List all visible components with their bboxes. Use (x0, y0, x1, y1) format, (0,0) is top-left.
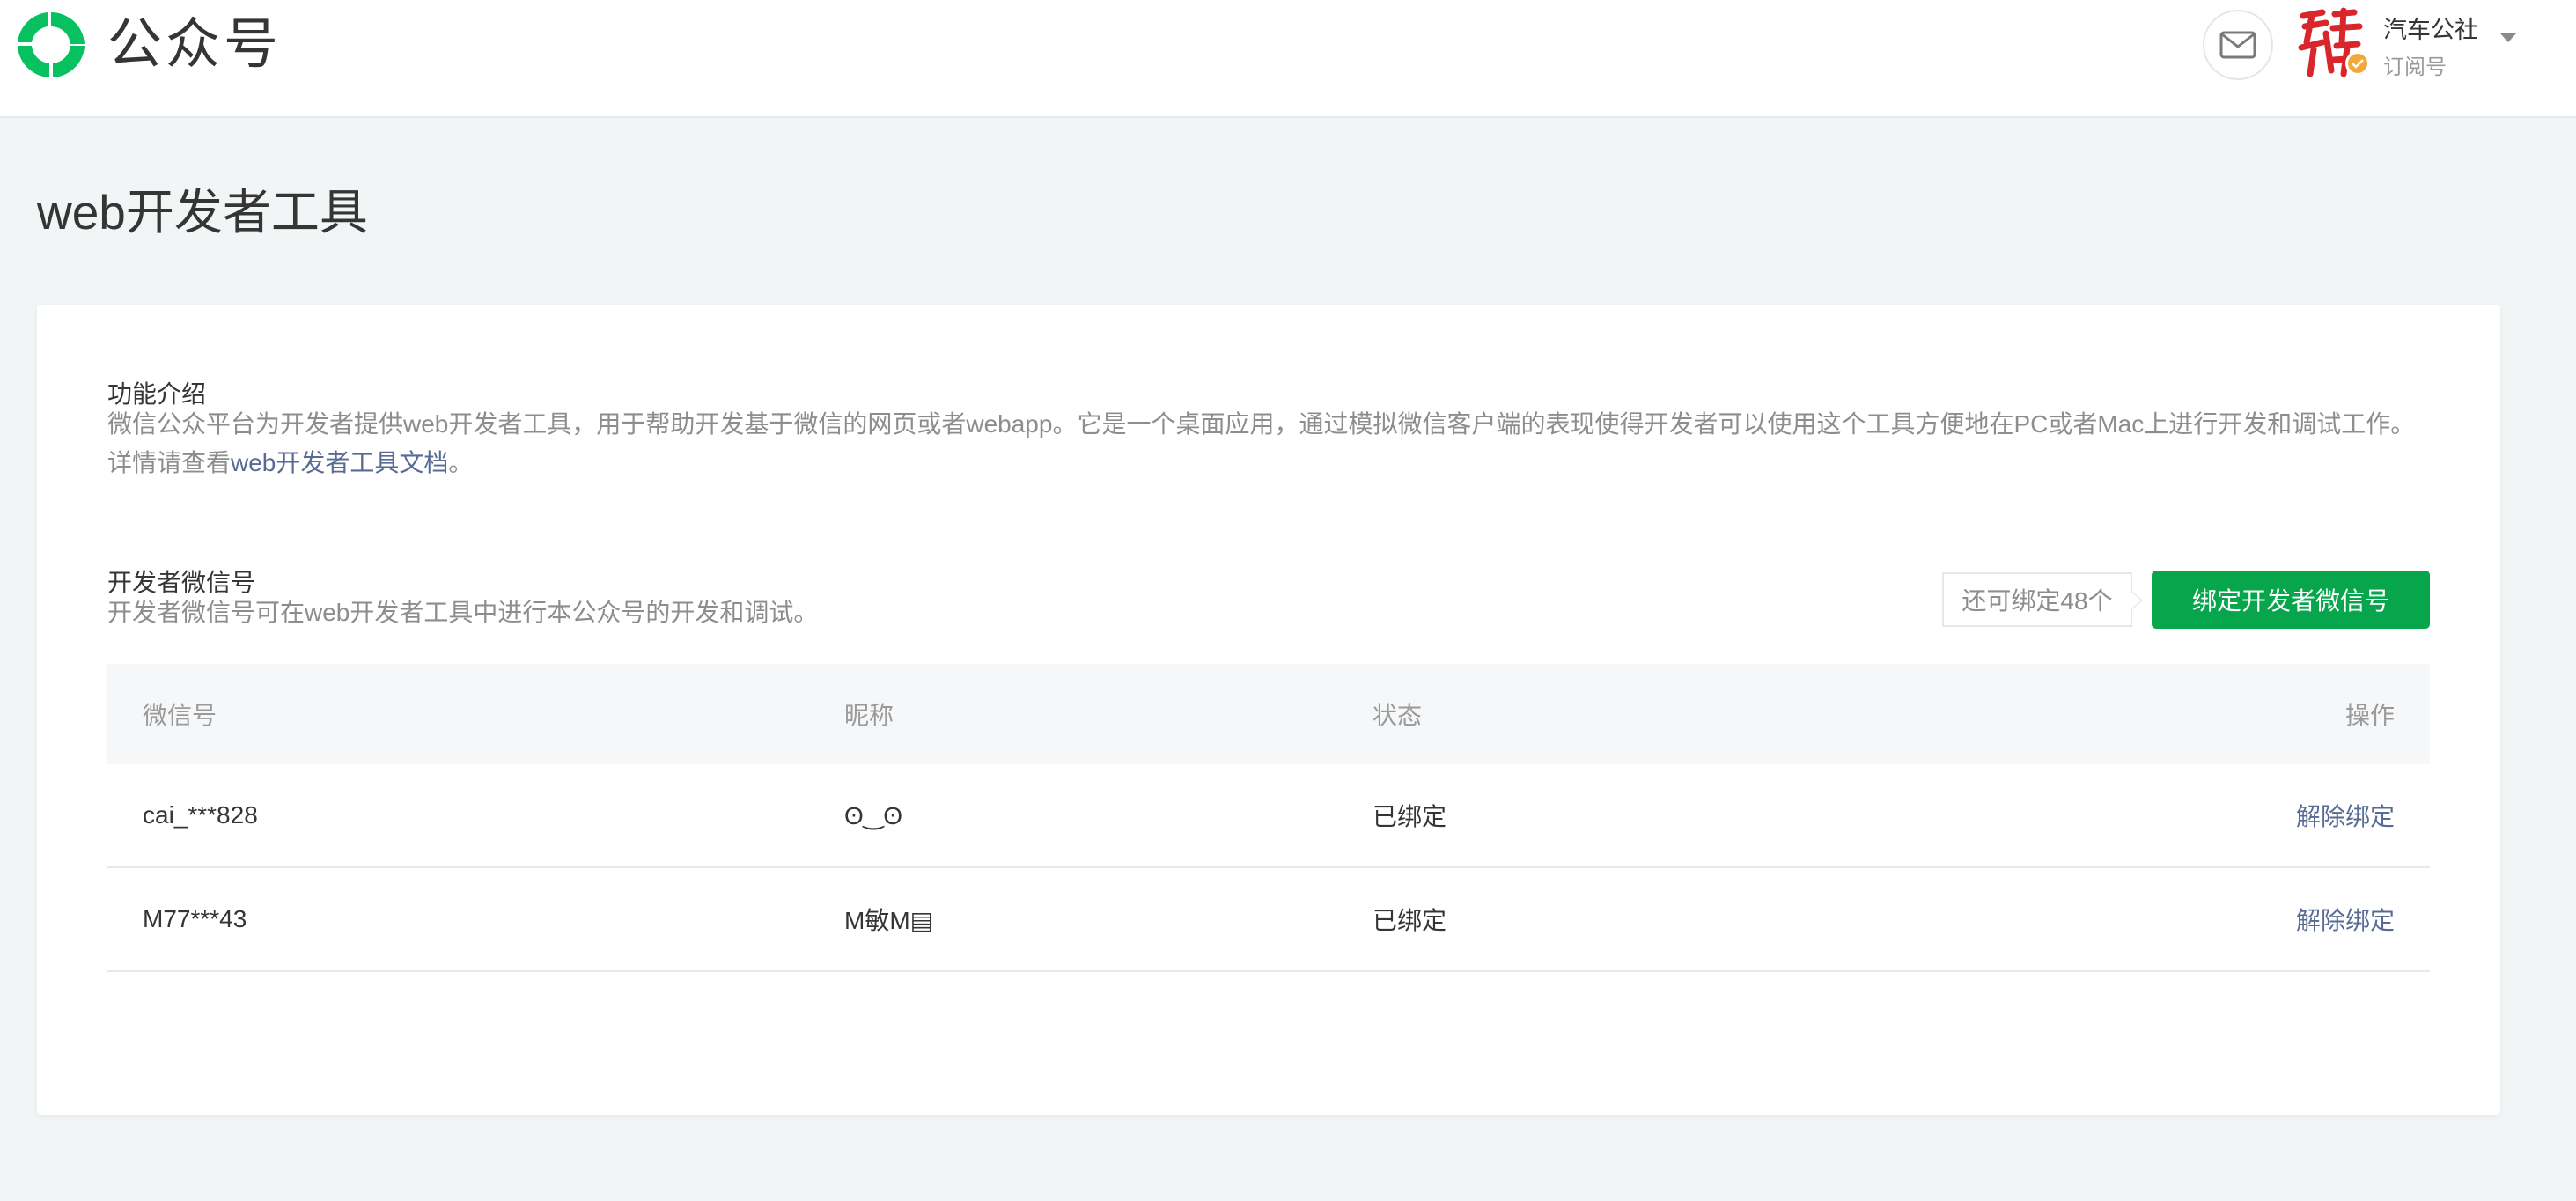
nickname-cell: ʘ‿ʘ (844, 801, 903, 829)
wechat-id-cell: M77***43 (143, 905, 247, 932)
bind-developer-button[interactable]: 绑定开发者微信号 (2152, 571, 2430, 629)
page-title: web开发者工具 (37, 185, 368, 239)
caret-down-icon[interactable] (2500, 33, 2516, 42)
unbind-button[interactable]: 解除绑定 (2296, 764, 2395, 866)
main-card: 功能介绍 微信公众平台为开发者提供web开发者工具，用于帮助开发基于微信的网页或… (37, 305, 2500, 1115)
column-header-status: 状态 (1373, 702, 1423, 729)
status-cell: 已绑定 (1373, 907, 1447, 934)
wechat-id-cell: cai_***828 (143, 801, 258, 829)
verified-check-icon (2345, 51, 2370, 76)
account-type: 订阅号 (2383, 55, 2447, 79)
column-header-nickname: 昵称 (844, 702, 894, 729)
column-header-wechat-id: 微信号 (143, 702, 217, 729)
intro-more-prefix: 详情请查看 (107, 449, 232, 476)
bind-quota-tip: 还可绑定48个 (1942, 572, 2143, 627)
intro-more: 详情请查看web开发者工具文档。 (107, 444, 2467, 483)
column-header-action: 操作 (2344, 702, 2395, 729)
nickname-cell: M敏M▤ (844, 907, 934, 934)
status-cell: 已绑定 (1373, 803, 1447, 830)
table-row: cai_***828 ʘ‿ʘ 已绑定 解除绑定 (107, 764, 2430, 868)
brand-title[interactable]: 公众号 (107, 5, 282, 85)
developers-table: 微信号 昵称 状态 操作 cai_***828 ʘ‿ʘ 已绑定 解除绑定 M77… (107, 664, 2430, 972)
intro-text: 微信公众平台为开发者提供web开发者工具，用于帮助开发基于微信的网页或者weba… (107, 410, 2416, 438)
developers-description: 开发者微信号可在web开发者工具中进行本公众号的开发和调试。 (107, 599, 819, 626)
top-header: 公众号 汽车公社 订阅号 (0, 0, 2576, 118)
intro-more-suffix: 。 (448, 449, 474, 476)
unbind-button[interactable]: 解除绑定 (2296, 868, 2395, 970)
intro-description: 微信公众平台为开发者提供web开发者工具，用于帮助开发基于微信的网页或者weba… (107, 405, 2467, 483)
table-header: 微信号 昵称 状态 操作 (107, 664, 2430, 764)
mail-icon (2219, 31, 2256, 59)
table-row: M77***43 M敏M▤ 已绑定 解除绑定 (107, 868, 2430, 972)
account-name[interactable]: 汽车公社 (2383, 11, 2478, 45)
wechat-mp-logo-icon[interactable] (12, 9, 90, 81)
docs-link[interactable]: web开发者工具文档 (231, 449, 448, 476)
mail-button[interactable] (2203, 10, 2273, 80)
